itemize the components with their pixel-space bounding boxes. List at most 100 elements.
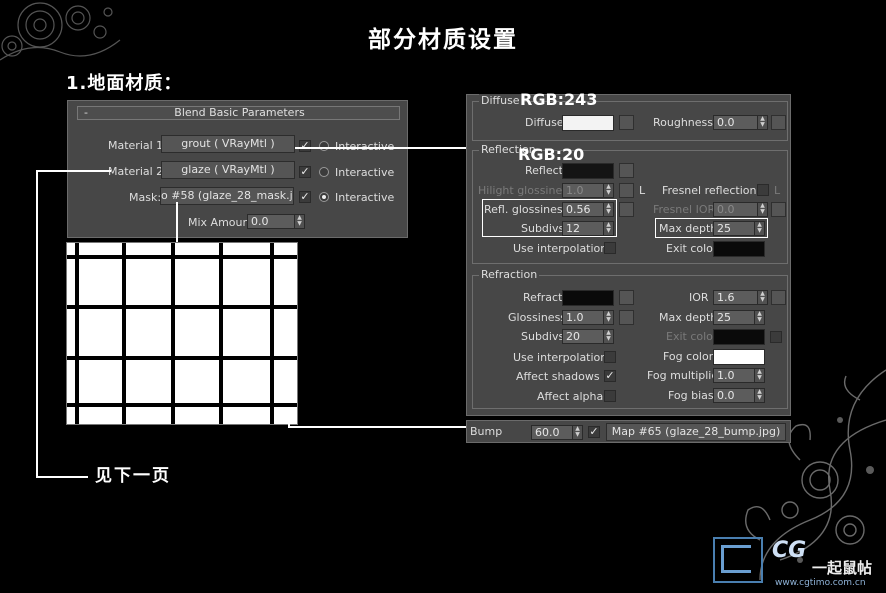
refl-glossiness-highlight <box>482 199 617 237</box>
refraction-exit-color-swatch[interactable] <box>713 329 765 345</box>
mask-texture-preview <box>66 242 298 425</box>
material1-label: Material 1: <box>108 139 167 152</box>
diffuse-map-button[interactable] <box>619 115 634 130</box>
ior-spinner[interactable]: 1.6 ▲ ▼ <box>713 290 768 305</box>
hilight-map-button[interactable] <box>619 183 634 198</box>
bump-map-button[interactable]: Map #65 (glaze_28_bump.jpg) <box>606 423 786 441</box>
hilight-glossiness-label: Hilight glossiness <box>478 184 574 197</box>
reflect-label: Reflect <box>525 164 563 177</box>
fog-multiplier-label: Fog multiplier <box>647 369 723 382</box>
ior-map-button[interactable] <box>771 290 786 305</box>
hilight-lock-button[interactable]: L <box>639 184 645 197</box>
roughness-spinner[interactable]: 0.0 ▲ ▼ <box>713 115 768 130</box>
material1-checkbox[interactable]: ✓ <box>299 140 311 152</box>
material2-button[interactable]: glaze ( VRayMtl ) <box>161 161 295 179</box>
fog-bias-spinner[interactable]: 0.0 ▲ ▼ <box>713 388 765 403</box>
refraction-exit-color-checkbox[interactable] <box>770 331 782 343</box>
roughness-label: Roughness <box>653 116 714 129</box>
mix-amount-spinner[interactable]: 0.0 ▲ ▼ <box>247 214 305 229</box>
refraction-subdivs-label: Subdivs <box>521 330 565 343</box>
refraction-use-interpolation-label: Use interpolation <box>513 351 608 364</box>
connector-line-mask <box>176 202 178 242</box>
connector-line-vertical <box>36 170 38 477</box>
affect-alpha-label: Affect alpha <box>537 390 604 403</box>
mask-label: Mask: <box>129 191 162 204</box>
cg-logo-text: CG <box>772 538 807 563</box>
reflection-use-interpolation-checkbox[interactable] <box>604 242 616 254</box>
reflect-rgb-note: RGB:20 <box>518 145 585 164</box>
section-title: 1.地面材质： <box>66 73 183 94</box>
cg-logo <box>713 537 763 583</box>
fresnel-reflections-label: Fresnel reflections <box>662 184 763 197</box>
tile-mask-image <box>67 243 297 424</box>
max-depth-highlight <box>655 218 768 238</box>
blend-basic-parameters-panel: - Blend Basic Parameters Material 1: gro… <box>67 100 408 238</box>
vray-material-panel: Diffuse Diffuse Roughness 0.0 ▲ ▼ Reflecti… <box>466 94 791 416</box>
mask-interactive-label: Interactive <box>335 191 395 204</box>
connector-line-material2 <box>36 170 111 172</box>
bump-enable-checkbox[interactable]: ✓ <box>588 426 600 438</box>
material2-checkbox[interactable]: ✓ <box>299 166 311 178</box>
fog-multiplier-spinner[interactable]: 1.0 ▲ ▼ <box>713 368 765 383</box>
fresnel-ior-label: Fresnel IOR <box>653 203 716 216</box>
diffuse-group-title: Diffuse <box>479 94 522 107</box>
connector-line-see-next <box>36 476 88 478</box>
affect-shadows-label: Affect shadows <box>516 370 600 383</box>
fog-bias-label: Fog bias <box>668 389 714 402</box>
fog-color-swatch[interactable] <box>713 349 765 365</box>
material1-button[interactable]: grout ( VRayMtl ) <box>161 135 295 153</box>
glossiness-label: Glossiness <box>508 311 567 324</box>
reflect-color-swatch[interactable] <box>562 163 614 179</box>
refraction-group: Refraction Refract IOR 1.6 ▲ ▼ Glossiness … <box>472 268 788 409</box>
material2-interactive-label: Interactive <box>335 166 395 179</box>
reflection-exit-color-swatch[interactable] <box>713 241 765 257</box>
affect-alpha-checkbox[interactable] <box>604 390 616 402</box>
hilight-glossiness-spinner[interactable]: 1.0 ▲ ▼ <box>562 183 614 198</box>
refraction-subdivs-spinner[interactable]: 20 ▲ ▼ <box>562 329 614 344</box>
fresnel-ior-map-button[interactable] <box>771 202 786 217</box>
material2-label: Material 2: <box>108 165 167 178</box>
diffuse-rgb-note: RGB:243 <box>520 90 598 109</box>
refraction-max-depth-label: Max depth <box>659 311 718 324</box>
bump-row: Bump 60.0 ▲ ▼ ✓ Map #65 (glaze_28_bump.jpg… <box>466 420 791 443</box>
reflect-map-button[interactable] <box>619 163 634 178</box>
glossiness-map-button[interactable] <box>619 310 634 325</box>
refraction-use-interpolation-checkbox[interactable] <box>604 351 616 363</box>
refraction-group-title: Refraction <box>479 268 540 281</box>
reflection-group: Reflection Reflect Hilight glossiness 1.… <box>472 143 788 264</box>
reflection-use-interpolation-label: Use interpolation <box>513 242 608 255</box>
mask-interactive-radio[interactable] <box>319 192 329 202</box>
glossiness-spinner[interactable]: 1.0 ▲ ▼ <box>562 310 614 325</box>
refract-map-button[interactable] <box>619 290 634 305</box>
brand-text: 一起鼠帖 <box>812 559 873 577</box>
fog-color-label: Fog color <box>663 350 714 363</box>
fresnel-reflections-checkbox[interactable] <box>757 184 769 196</box>
cg-logo-inner <box>721 545 751 573</box>
refl-glossiness-map-button[interactable] <box>619 202 634 217</box>
refract-label: Refract <box>523 291 563 304</box>
roughness-map-button[interactable] <box>771 115 786 130</box>
rollout-header[interactable]: - Blend Basic Parameters <box>77 106 400 120</box>
bump-label: Bump <box>470 425 503 438</box>
ior-label: IOR <box>689 291 709 304</box>
mask-button[interactable]: o #58 (glaze_28_mask.jpg) <box>160 187 294 205</box>
reflection-exit-color-label: Exit color <box>666 242 718 255</box>
page-title: 部分材质设置 <box>368 27 518 53</box>
material2-interactive-radio[interactable] <box>319 167 329 177</box>
see-next-page-label: 见下一页 <box>95 466 171 486</box>
refraction-max-depth-spinner[interactable]: 25 ▲ ▼ <box>713 310 765 325</box>
refraction-exit-color-label: Exit color <box>666 330 718 343</box>
fresnel-ior-spinner[interactable]: 0.0 ▲ ▼ <box>713 202 768 217</box>
mask-checkbox[interactable]: ✓ <box>299 191 311 203</box>
material1-interactive-radio[interactable] <box>319 141 329 151</box>
fresnel-lock-button[interactable]: L <box>774 184 780 197</box>
watermark-url: www.cgtimo.com.cn <box>775 578 866 588</box>
diffuse-label: Diffuse <box>525 116 564 129</box>
rollout-title: Blend Basic Parameters <box>174 106 305 119</box>
refract-color-swatch[interactable] <box>562 290 614 306</box>
connector-line-bump-h <box>288 426 468 428</box>
bump-amount-spinner[interactable]: 60.0 ▲ ▼ <box>531 425 583 440</box>
diffuse-color-swatch[interactable] <box>562 115 614 131</box>
affect-shadows-checkbox[interactable]: ✓ <box>604 370 616 382</box>
connector-line-material2-right <box>295 147 468 149</box>
